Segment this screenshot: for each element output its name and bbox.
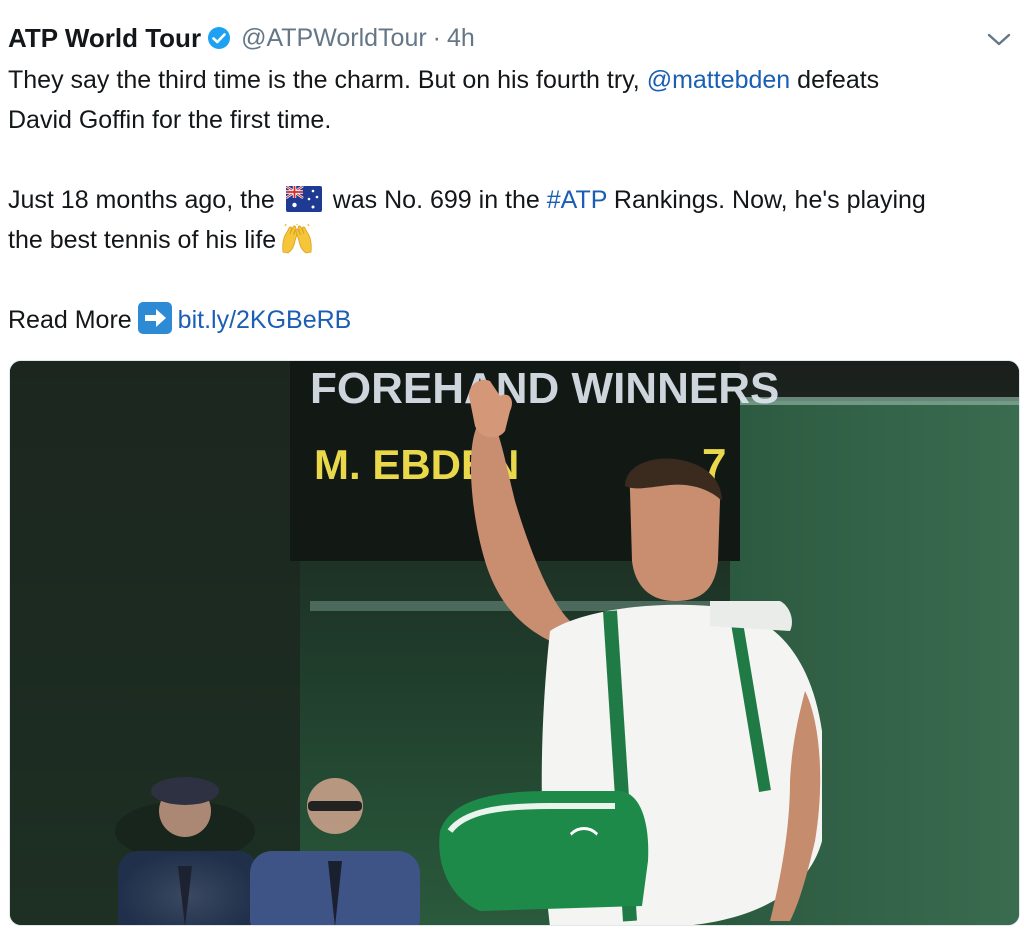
user-handle[interactable]: @ATPWorldTour: [241, 24, 427, 53]
tweet-photo[interactable]: FOREHAND WINNERS M. EBDEN 7 ⌒: [9, 360, 1020, 926]
text-segment: the best tennis of his life: [8, 226, 277, 254]
url-link[interactable]: bit.ly/2KGBeRB: [178, 306, 352, 334]
verified-badge-icon: [207, 26, 231, 50]
tweet-line: They say the third time is the charm. Bu…: [8, 60, 1018, 100]
scoreboard-heading: FOREHAND WINNERS: [310, 364, 779, 413]
display-name[interactable]: ATP World Tour: [8, 23, 201, 54]
text-segment: defeats: [790, 66, 880, 94]
text-segment: David Goffin for the first time.: [8, 106, 332, 134]
mention-link[interactable]: @mattebden: [647, 66, 791, 94]
read-more-label: Read More: [8, 306, 132, 334]
head-logo: ⌒: [570, 826, 598, 857]
tweet-text: They say the third time is the charm. Bu…: [8, 60, 1018, 340]
tweet-line: Just 18 months ago, the was No. 699 in t…: [8, 180, 1018, 220]
raising-hands-emoji: [280, 223, 314, 254]
text-segment: They say the third time is the charm. Bu…: [8, 66, 647, 94]
text-segment: Rankings. Now, he's playing: [606, 186, 926, 214]
chevron-down-icon[interactable]: [982, 26, 1016, 54]
text-segment: Just 18 months ago, the: [8, 186, 282, 214]
tweet-line: David Goffin for the first time.: [8, 100, 1018, 140]
tweet-header: ATP World Tour @ATPWorldTour · 4h: [8, 20, 475, 56]
timestamp[interactable]: 4h: [447, 24, 475, 53]
australia-flag-emoji: [285, 184, 322, 212]
text-segment: was No. 699 in the: [325, 186, 547, 214]
hashtag-link[interactable]: #ATP: [547, 186, 607, 214]
tweet-line: Read More bit.ly/2KGBeRB: [8, 300, 1018, 340]
right-arrow-emoji: [137, 302, 172, 334]
separator-dot: ·: [432, 23, 441, 52]
tweet-line: the best tennis of his life: [8, 220, 1018, 260]
